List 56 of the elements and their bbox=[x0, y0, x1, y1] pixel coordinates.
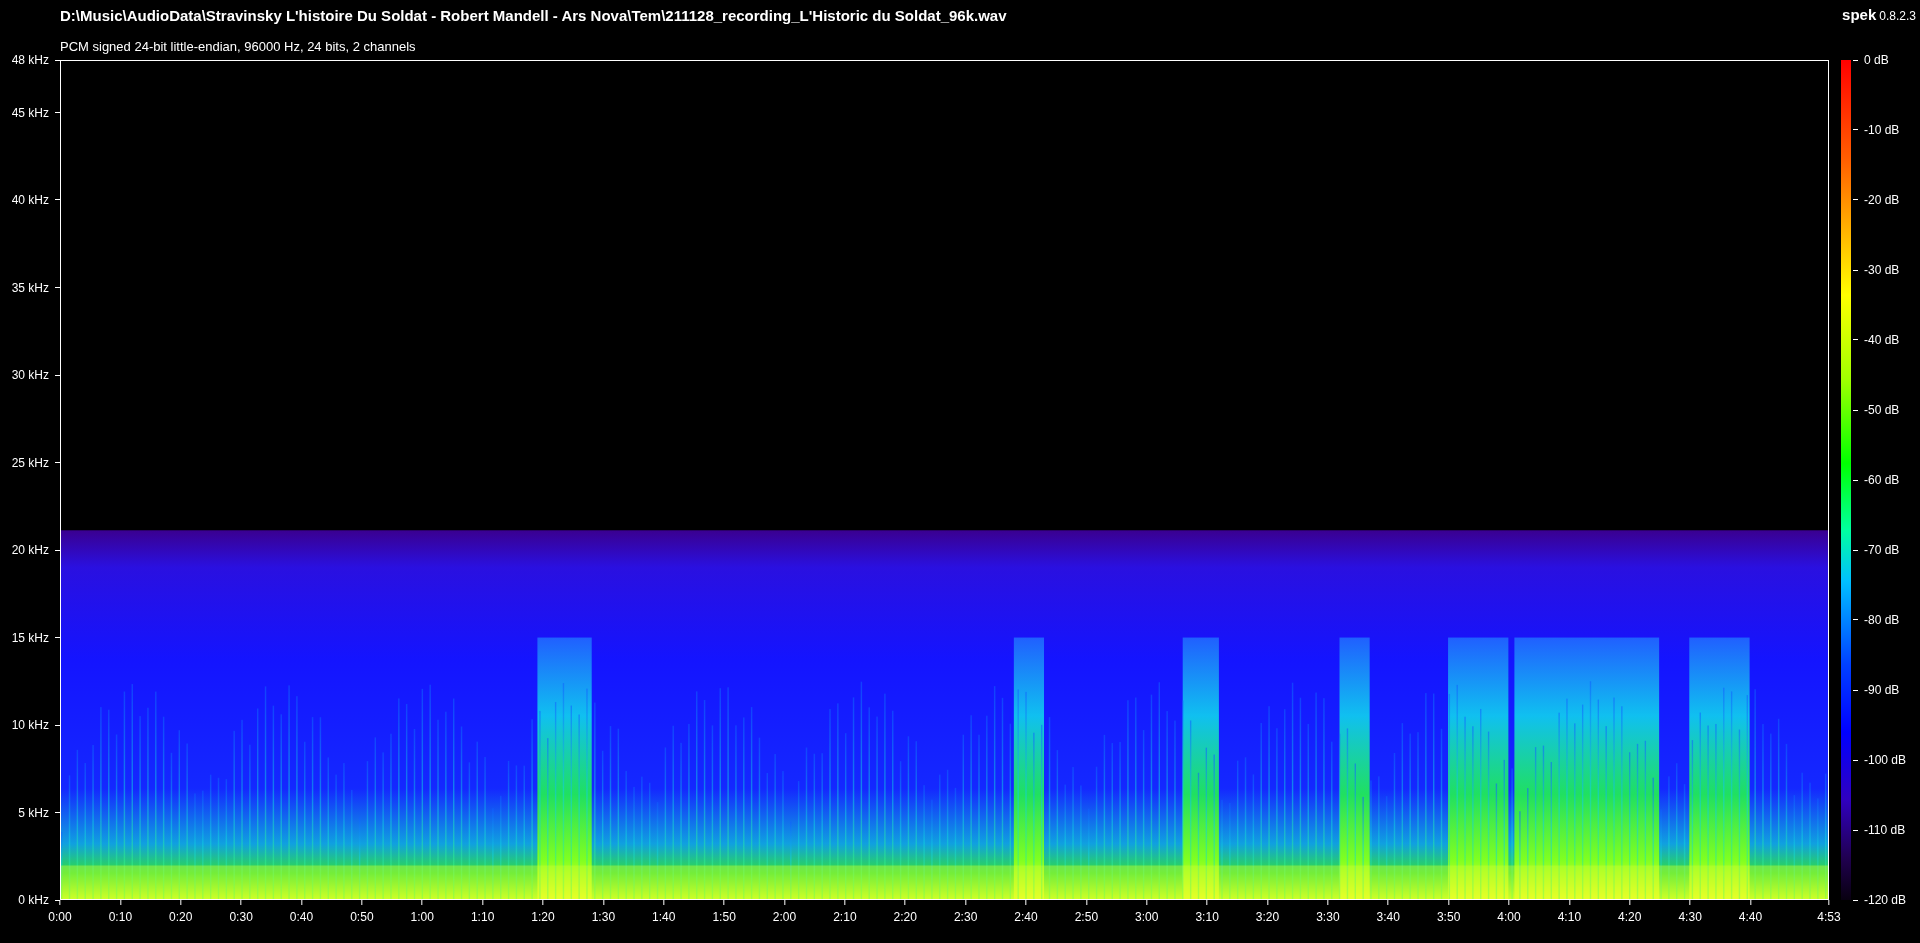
time-tick-label: 2:20 bbox=[893, 900, 917, 923]
decibel-tick-label: -100 dB bbox=[1853, 754, 1907, 766]
frequency-tick-label: 40 kHz bbox=[11, 194, 60, 206]
decibel-tick-label: -90 dB bbox=[1853, 684, 1900, 696]
time-tick-label: 3:00 bbox=[1135, 900, 1159, 923]
decibel-tick-label: -120 dB bbox=[1853, 894, 1907, 906]
time-tick-label: 0:50 bbox=[350, 900, 374, 923]
decibel-tick-label: -30 dB bbox=[1853, 264, 1900, 276]
app-version: 0.8.2.3 bbox=[1879, 8, 1916, 25]
time-tick-label: 2:10 bbox=[833, 900, 857, 923]
decibel-tick-label: -10 dB bbox=[1853, 124, 1900, 136]
decibel-tick-label: -70 dB bbox=[1853, 544, 1900, 556]
time-tick-label: 2:00 bbox=[772, 900, 797, 923]
time-tick-label: 0:40 bbox=[289, 900, 314, 923]
time-tick-label: 1:10 bbox=[470, 900, 495, 923]
decibel-tick-label: 0 dB bbox=[1853, 54, 1889, 66]
time-tick-label: 0:20 bbox=[169, 900, 193, 923]
app-name: spek bbox=[1842, 5, 1877, 25]
time-tick-label: 1:00 bbox=[410, 900, 434, 923]
audio-format-info: PCM signed 24-bit little-endian, 96000 Hz, 24 bits, 2 channels bbox=[60, 37, 417, 56]
time-tick-label: 4:30 bbox=[1678, 900, 1702, 923]
time-tick-label: 1:20 bbox=[531, 900, 555, 923]
time-tick-label: 3:40 bbox=[1376, 900, 1400, 923]
decibel-tick-label: -80 dB bbox=[1853, 614, 1900, 626]
decibel-tick-label: -60 dB bbox=[1853, 474, 1900, 486]
frequency-tick-label: 20 kHz bbox=[11, 544, 60, 556]
time-tick-label: 4:00 bbox=[1497, 900, 1521, 923]
time-tick-label: 4:20 bbox=[1618, 900, 1642, 923]
frequency-tick-label: 48 kHz bbox=[11, 54, 60, 66]
time-tick-label: 0:30 bbox=[229, 900, 253, 923]
decibel-tick-label: -110 dB bbox=[1853, 824, 1906, 836]
time-tick-label: 3:30 bbox=[1316, 900, 1340, 923]
time-tick-label: 3:20 bbox=[1255, 900, 1280, 923]
frequency-tick-label: 25 kHz bbox=[11, 456, 60, 469]
time-tick-label: 2:30 bbox=[953, 900, 978, 923]
decibel-tick-label: -50 dB bbox=[1853, 404, 1900, 416]
decibel-tick-label: -40 dB bbox=[1853, 334, 1900, 346]
time-tick-label: 3:50 bbox=[1436, 900, 1461, 923]
frequency-tick-label: 5 kHz bbox=[18, 806, 60, 819]
frequency-tick-label: 30 kHz bbox=[11, 369, 60, 381]
time-tick-label: 3:10 bbox=[1195, 900, 1219, 923]
time-tick-label: 2:40 bbox=[1014, 900, 1038, 923]
time-tick-label: 1:50 bbox=[712, 900, 736, 923]
frequency-tick-label: 10 kHz bbox=[11, 719, 60, 731]
time-tick-label: 1:30 bbox=[591, 900, 616, 923]
time-tick-label: 2:50 bbox=[1074, 900, 1099, 923]
decibel-tick-label: -20 dB bbox=[1853, 194, 1900, 206]
frequency-tick-label: 35 kHz bbox=[11, 281, 60, 294]
time-tick-label: 1:40 bbox=[652, 900, 676, 923]
frequency-tick-label: 15 kHz bbox=[11, 631, 60, 644]
time-tick-label: 4:53 bbox=[1817, 900, 1841, 923]
time-tick-label: 0:10 bbox=[108, 900, 133, 923]
frequency-tick-label: 45 kHz bbox=[11, 106, 60, 119]
time-tick-label: 4:10 bbox=[1557, 900, 1582, 923]
time-tick-label: 4:40 bbox=[1738, 900, 1763, 923]
file-path-title: D:\Music\AudioData\Stravinsky L'histoire Du Soldat - Robert Mandell - Ars Nova\Tem\211128_recording_L'Historic du Soldat_96k.wav bbox=[60, 6, 1007, 26]
